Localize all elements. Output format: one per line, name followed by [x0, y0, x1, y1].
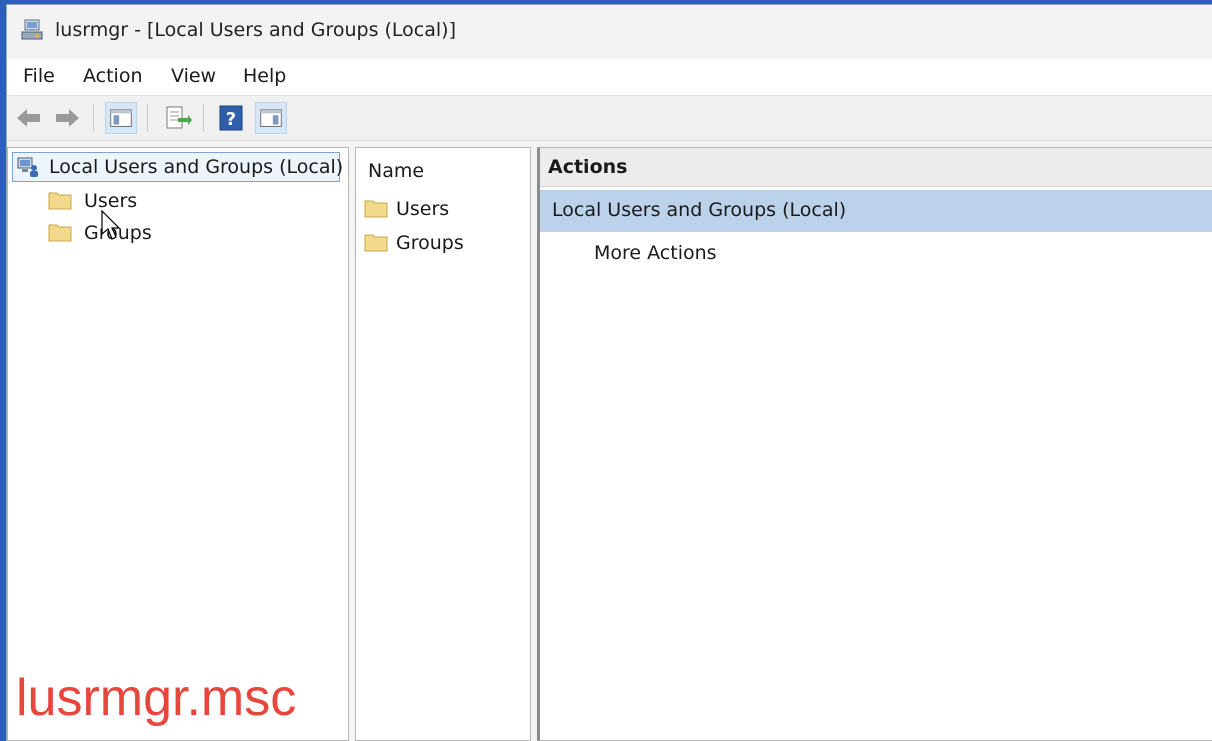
console-tree-pane: Local Users and Groups (Local) Users Gro… [7, 147, 349, 741]
local-users-groups-icon [17, 157, 38, 177]
export-list-icon[interactable] [161, 102, 193, 134]
toolbar-separator [93, 104, 94, 132]
results-pane: Name Users Groups [355, 147, 531, 741]
actions-pane: Actions Local Users and Groups (Local) M… [537, 147, 1212, 741]
show-hide-action-pane-icon[interactable] [255, 102, 287, 134]
tree-root-label: Local Users and Groups (Local) [49, 156, 344, 178]
mmc-window: lusrmgr - [Local Users and Groups (Local… [6, 4, 1212, 741]
menu-view[interactable]: View [171, 65, 216, 87]
menu-action[interactable]: Action [83, 65, 143, 87]
menu-bar: File Action View Help [7, 59, 1212, 95]
toolbar-separator [147, 104, 148, 132]
column-header-name[interactable]: Name [368, 160, 424, 182]
tree-item-users[interactable]: Users [84, 190, 137, 212]
menu-help[interactable]: Help [243, 65, 286, 87]
actions-section-label: Local Users and Groups (Local) [552, 199, 847, 221]
overlay-caption: lusrmgr.msc [16, 669, 297, 727]
window-title: lusrmgr - [Local Users and Groups (Local… [55, 19, 457, 41]
forward-icon[interactable] [51, 102, 83, 134]
toolbar-separator [203, 104, 204, 132]
more-actions-item[interactable]: More Actions [594, 242, 717, 264]
svg-text:?: ? [226, 109, 236, 130]
menu-file[interactable]: File [23, 65, 55, 87]
folder-icon [48, 192, 72, 210]
mouse-cursor-icon [101, 210, 120, 240]
help-icon[interactable]: ? [215, 102, 247, 134]
tree-root-node[interactable]: Local Users and Groups (Local) [12, 152, 344, 182]
actions-header: Actions [540, 148, 1212, 187]
computer-management-icon [21, 19, 43, 40]
folder-icon [364, 200, 388, 218]
show-hide-tree-icon[interactable] [105, 102, 137, 134]
list-item-groups[interactable]: Groups [396, 232, 464, 254]
folder-icon [48, 224, 72, 242]
actions-title: Actions [548, 156, 628, 178]
folder-icon [364, 234, 388, 252]
actions-section-header[interactable]: Local Users and Groups (Local) [540, 190, 1212, 232]
back-icon[interactable] [13, 102, 45, 134]
title-bar: lusrmgr - [Local Users and Groups (Local… [7, 5, 1212, 57]
toolbar: ? [7, 95, 1212, 141]
list-item-users[interactable]: Users [396, 198, 449, 220]
